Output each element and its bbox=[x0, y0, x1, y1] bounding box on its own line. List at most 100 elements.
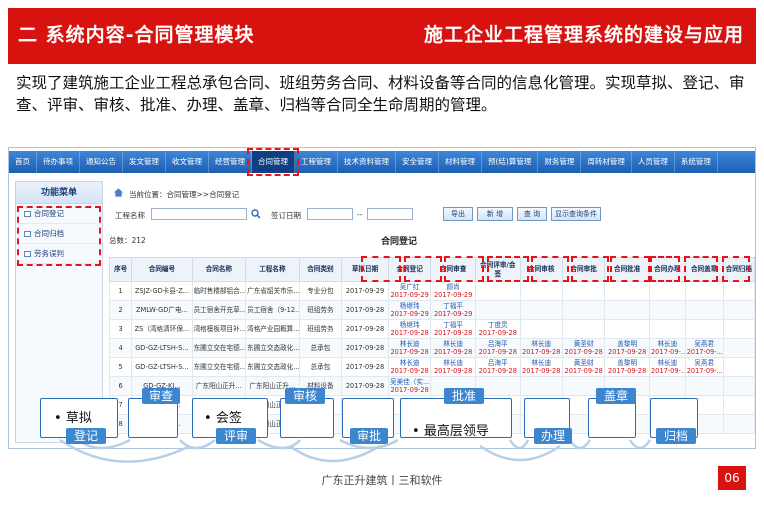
query-button[interactable]: 查 询 bbox=[517, 207, 547, 221]
table-cell: 林长迪 2017-09-28 bbox=[519, 338, 563, 358]
cell-date: 2017-09-... bbox=[650, 348, 686, 356]
project-name-input[interactable] bbox=[151, 208, 247, 220]
nav-tab-0[interactable]: 首页 bbox=[9, 151, 37, 173]
nav-tab-10[interactable]: 材料管理 bbox=[439, 151, 482, 173]
flow-step-review-box bbox=[128, 398, 178, 438]
nav-tab-12[interactable]: 财务管理 bbox=[538, 151, 582, 173]
flow-step-top-leader: • 最高层领导 bbox=[412, 424, 489, 439]
cell-person: 杨继玮 bbox=[399, 321, 420, 329]
nav-tab-11[interactable]: 预(结)算管理 bbox=[482, 151, 539, 173]
add-button[interactable]: 新 增 bbox=[477, 207, 513, 221]
table-cell[interactable]: ZS（湾格清环保... bbox=[131, 319, 193, 339]
table-row[interactable]: 2 ZMLW-GD广电... 员工宿舍开充草... 员工宿舍（9-12... 班组劳务 2… bbox=[108, 300, 755, 320]
cell-person: 吴燕君 bbox=[694, 340, 715, 348]
table-cell[interactable]: ZSJZ-GD卡县-Z... bbox=[131, 281, 193, 301]
page-number: 06 bbox=[718, 466, 746, 490]
table-cell[interactable]: ZMLW-GD广电... bbox=[131, 300, 193, 320]
table-cell: 临时售楼部铝合... bbox=[191, 281, 247, 301]
table-cell[interactable]: GD-GZ-LTSH-S... bbox=[131, 338, 193, 358]
cell-person: 颜尚 bbox=[446, 283, 460, 291]
date-range-separator: -- bbox=[357, 210, 363, 219]
table-cell: 颜尚 2017-09-29 bbox=[430, 281, 476, 301]
nav-tab-5[interactable]: 经营管理 bbox=[209, 151, 252, 173]
table-cell: 东圃立交在宅德... bbox=[191, 357, 247, 377]
nav-tab-15[interactable]: 系统管理 bbox=[675, 151, 718, 173]
flow-tag-review: 审查 bbox=[142, 388, 180, 404]
date-to-input[interactable] bbox=[367, 208, 413, 220]
nav-tab-6[interactable]: 合同管理 bbox=[252, 151, 295, 173]
nav-tab-14[interactable]: 人员管理 bbox=[632, 151, 675, 173]
table-header-cell: 合同办理 bbox=[648, 257, 686, 282]
export-button[interactable]: 导出 bbox=[443, 207, 473, 221]
table-cell: 吕海平 2017-09-28 bbox=[474, 338, 521, 358]
cell-date: 2017-09-28 bbox=[478, 329, 517, 337]
sign-date-label: 签订日期 bbox=[271, 211, 301, 220]
table-header-cell: 合同批准 bbox=[604, 257, 650, 282]
table-cell bbox=[722, 281, 755, 301]
table-cell[interactable]: GD-GZ-LTSH-S... bbox=[131, 357, 193, 377]
flow-top-leader-label: 最高层领导 bbox=[423, 424, 489, 439]
flow-tag-approve-sheet: 审批 bbox=[350, 428, 388, 444]
table-header-cell: 草拟日期 bbox=[341, 257, 389, 282]
table-cell bbox=[519, 281, 563, 301]
nav-tab-9[interactable]: 安全管理 bbox=[396, 151, 439, 173]
cell-person: 林长迪 bbox=[657, 340, 678, 348]
table-cell: 盖黎明 2017-09-28 bbox=[604, 357, 650, 377]
table-cell: 班组劳务 bbox=[298, 300, 343, 320]
cell-date: 2017-09-28 bbox=[433, 329, 473, 337]
show-query-conditions-button[interactable]: 显示查询条件 bbox=[551, 207, 601, 221]
cell-person: 林长迪 bbox=[399, 359, 420, 367]
flow-draft-label: 草拟 bbox=[65, 411, 92, 426]
nav-tab-2[interactable]: 通知公告 bbox=[80, 151, 123, 173]
table-header-cell: 序号 bbox=[108, 257, 133, 282]
cell-person: 林长迪 bbox=[657, 359, 678, 367]
table-row[interactable]: 4 GD-GZ-LTSH-S... 东圃立交在宅德... 东圃立交态政化... 总承包 2… bbox=[108, 338, 755, 358]
table-row[interactable]: 5 GD-GZ-LTSH-S... 东圃立交在宅德... 东圃立交态政化... 总承包 2… bbox=[108, 357, 755, 377]
location-icon bbox=[113, 188, 124, 197]
nav-tab-1[interactable]: 待办事项 bbox=[37, 151, 80, 173]
table-cell: 吕海平 2017-09-28 bbox=[474, 357, 521, 377]
table-title: 合同登记 bbox=[381, 237, 418, 247]
sidebar-item-contract-register[interactable]: 合同登记 bbox=[16, 204, 102, 224]
cell-date: 2017-09-29 bbox=[433, 310, 473, 318]
nav-tab-3[interactable]: 发文管理 bbox=[123, 151, 166, 173]
table-cell: 2017-09-29 bbox=[341, 281, 389, 301]
search-icon[interactable] bbox=[251, 209, 261, 219]
table-cell: 林长迪 2017-09-... bbox=[648, 357, 686, 377]
table-cell: 4 bbox=[108, 338, 133, 358]
flow-step-draft: • 草拟 bbox=[54, 411, 92, 426]
table-header-cell: 合同审核 bbox=[519, 257, 563, 282]
flow-tag-evaluate: 评审 bbox=[216, 428, 256, 444]
date-from-input[interactable] bbox=[307, 208, 353, 220]
table-header-cell: 合同归档 bbox=[722, 257, 755, 282]
nav-tab-13[interactable]: 周转材管理 bbox=[581, 151, 632, 173]
nav-tab-8[interactable]: 技术资料管理 bbox=[338, 151, 396, 173]
table-row[interactable]: 1 ZSJZ-GD卡县-Z... 临时售楼部铝合... 广东省韶关市乐... 专业分包 2… bbox=[108, 281, 755, 301]
table-cell bbox=[684, 281, 724, 301]
breadcrumb: 当前位置：合同管理>>合同登记 bbox=[129, 190, 240, 199]
sidebar-item-contract-archive[interactable]: 合同归档 bbox=[16, 224, 102, 244]
table-cell: 林长迪 2017-09-... bbox=[648, 338, 686, 358]
table-cell bbox=[604, 319, 650, 339]
cell-person: 黄圣财 bbox=[573, 340, 594, 348]
table-cell bbox=[604, 281, 650, 301]
flow-tag-archive: 归档 bbox=[656, 428, 696, 444]
cell-date: 2017-09-28 bbox=[564, 348, 603, 356]
table-cell bbox=[722, 357, 755, 377]
table-cell bbox=[561, 281, 606, 301]
cell-date: 2017-09-28 bbox=[478, 348, 517, 356]
cell-date: 2017-09-28 bbox=[390, 367, 429, 375]
cell-date: 2017-09-28 bbox=[608, 367, 647, 375]
flow-step-audit-box bbox=[280, 398, 334, 438]
flow-step-stamp-box bbox=[588, 398, 636, 438]
cell-date: 2017-09-28 bbox=[433, 367, 473, 375]
nav-tab-7[interactable]: 工程管理 bbox=[295, 151, 338, 173]
slide: 二 系统内容-合同管理模块 施工企业工程管理系统的建设与应用 实现了建筑施工企业… bbox=[0, 0, 764, 508]
section-title: 二 系统内容-合同管理模块 bbox=[18, 24, 255, 46]
cell-date: 2017-09-28 bbox=[478, 367, 517, 375]
table-cell: 湾格产业园概算... bbox=[245, 319, 300, 339]
table-cell: 东圃立交态政化... bbox=[245, 357, 300, 377]
sidebar-item-labor[interactable]: 劳务误判 bbox=[16, 244, 102, 264]
nav-tab-4[interactable]: 收文管理 bbox=[166, 151, 209, 173]
table-row[interactable]: 3 ZS（湾格清环保... 湾格模板项目补... 湾格产业园概算... 班组劳务 2017… bbox=[108, 319, 755, 339]
